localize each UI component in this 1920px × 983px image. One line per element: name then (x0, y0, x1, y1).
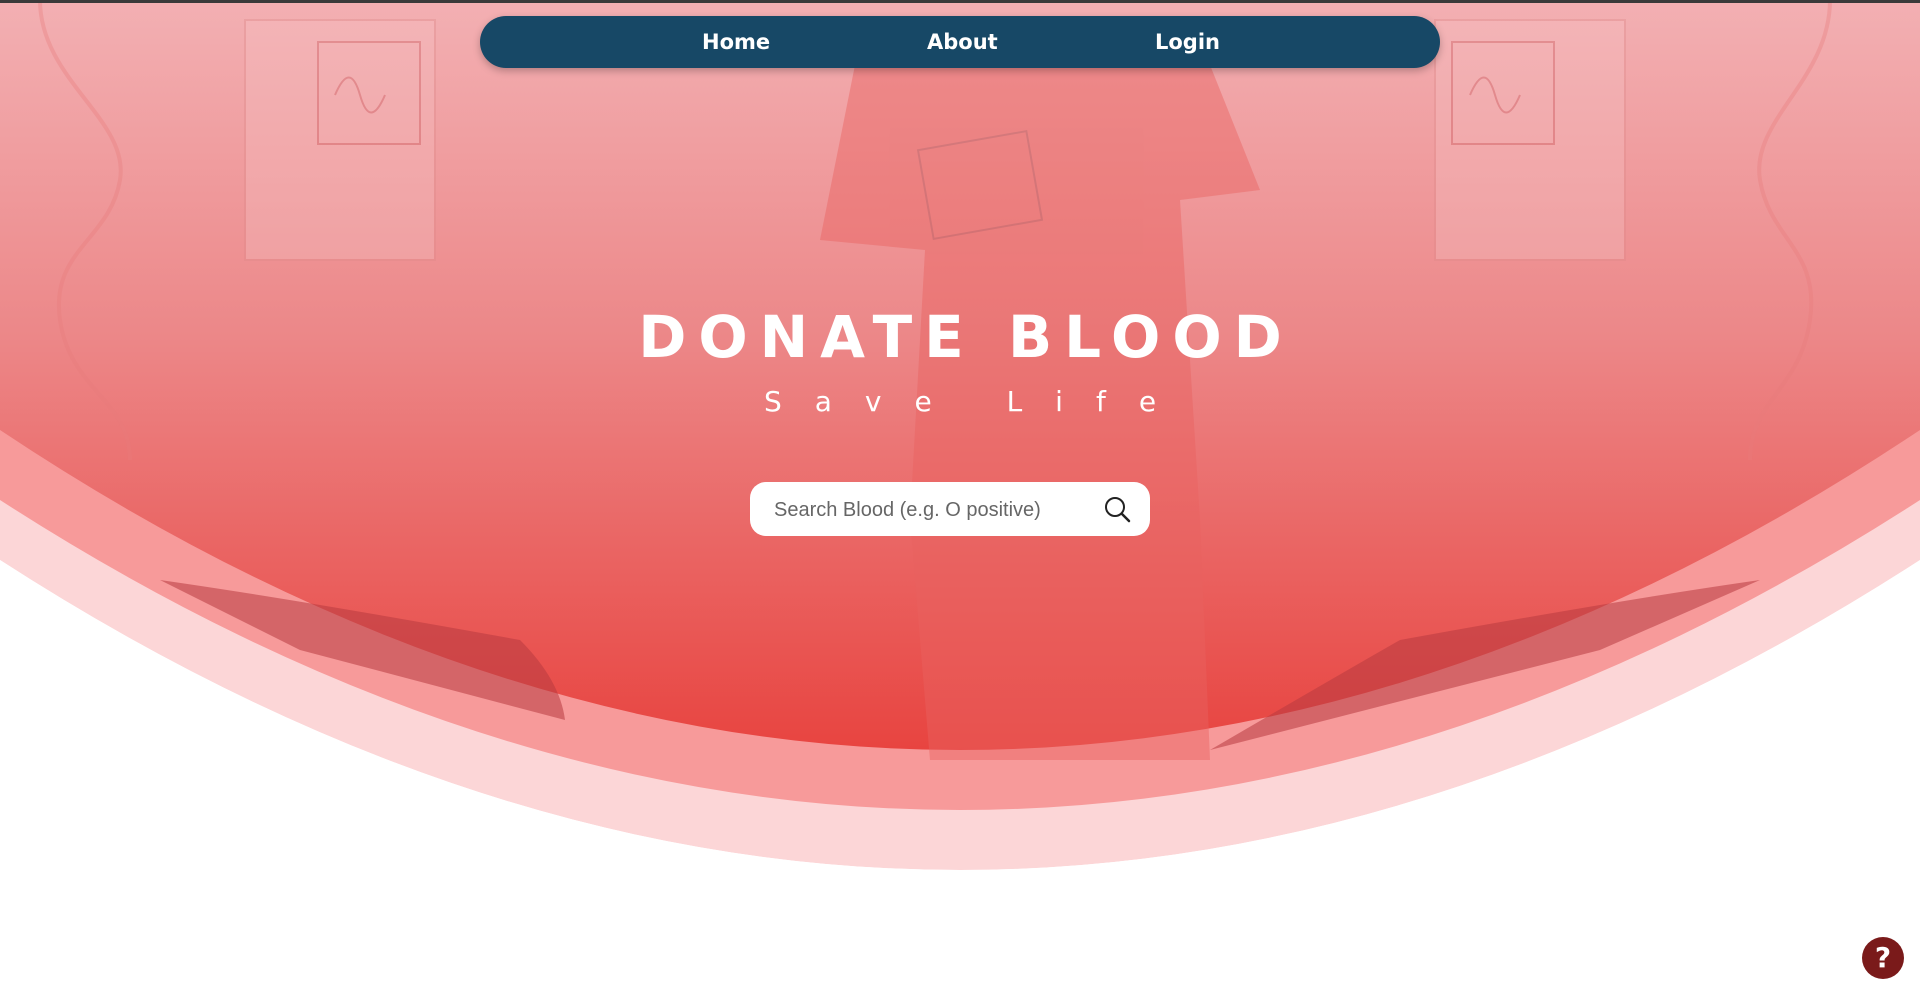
search-box (750, 482, 1150, 538)
nav-login-link[interactable]: Login (1155, 16, 1220, 68)
help-button[interactable]: ? (1862, 937, 1904, 979)
page: Home About Login DONATE BLOOD Save Life … (0, 0, 1920, 983)
nav-about-link[interactable]: About (927, 16, 998, 68)
hero-title: DONATE BLOOD (638, 303, 1294, 371)
main-navbar: Home About Login (480, 16, 1440, 68)
hero-subtitle: Save Life (763, 385, 1190, 418)
top-strip (0, 0, 1920, 3)
nav-home-link[interactable]: Home (702, 16, 770, 68)
search-input[interactable] (772, 482, 1096, 538)
search-icon[interactable] (1100, 492, 1134, 526)
question-icon: ? (1874, 941, 1892, 974)
